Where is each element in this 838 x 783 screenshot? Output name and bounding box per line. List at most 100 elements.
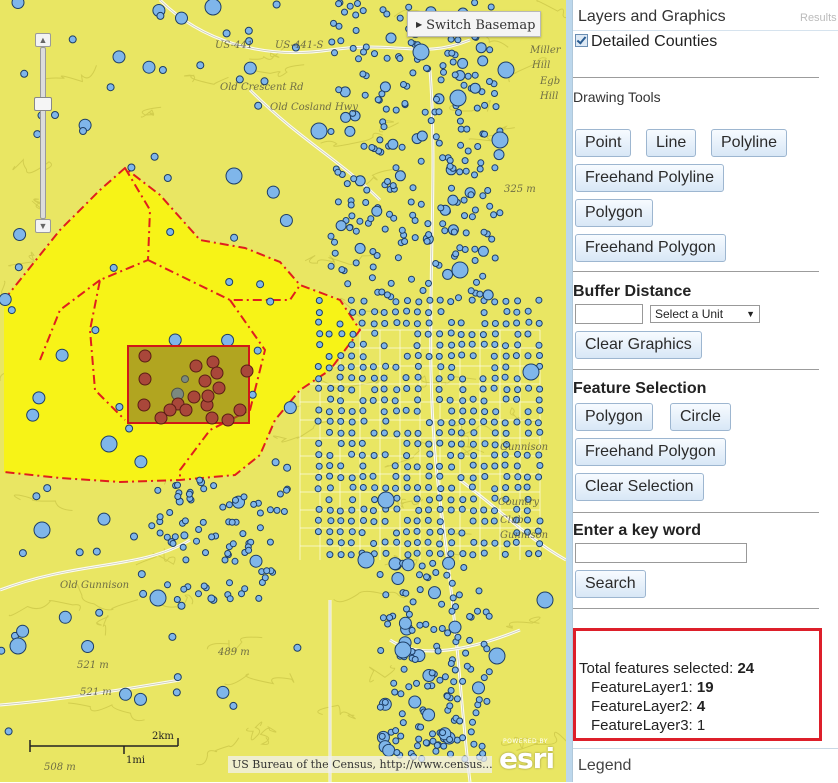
feature-point xyxy=(442,556,456,570)
feature-point xyxy=(376,703,384,711)
feature-point xyxy=(524,516,531,524)
feature-point xyxy=(513,395,521,403)
feature-point xyxy=(376,136,384,144)
feature-point xyxy=(106,83,115,92)
feature-point xyxy=(316,341,324,349)
feature-point xyxy=(244,26,253,35)
feature-point xyxy=(348,440,356,447)
feature-point xyxy=(472,681,485,695)
layer-toggle[interactable]: Detailed Counties xyxy=(575,32,717,54)
feature-point xyxy=(446,157,454,164)
feature-point xyxy=(493,149,505,161)
feature-point xyxy=(326,506,334,514)
feature-point xyxy=(477,55,489,67)
feature-point xyxy=(413,637,421,645)
feature-point xyxy=(457,474,465,482)
checkbox-checked-icon[interactable] xyxy=(575,34,588,47)
search-button[interactable]: Search xyxy=(575,570,646,598)
panel-title: Layers and Graphics xyxy=(578,8,726,25)
feature-point xyxy=(338,407,345,415)
feature-point xyxy=(503,473,511,480)
draw-polygon-button[interactable]: Polygon xyxy=(575,199,653,227)
feature-point xyxy=(403,528,410,536)
zoom-thumb[interactable] xyxy=(34,97,52,111)
select-polygon-button[interactable]: Polygon xyxy=(575,403,653,431)
feature-point xyxy=(371,308,379,316)
feature-point xyxy=(436,341,444,349)
select-circle-button[interactable]: Circle xyxy=(670,403,731,431)
map-canvas[interactable]: US-441 US-441-S Miller Hill Egb Hill Old Cosla… xyxy=(0,0,566,782)
feature-point xyxy=(202,549,209,557)
feature-point xyxy=(426,450,434,458)
feature-point xyxy=(491,429,499,437)
feature-point xyxy=(119,687,132,701)
feature-point xyxy=(479,375,487,383)
select-freehand-polygon-button[interactable]: Freehand Polygon xyxy=(575,438,726,466)
feature-point xyxy=(454,633,462,641)
results-tab[interactable]: Results xyxy=(800,8,838,28)
keyword-input[interactable] xyxy=(575,543,747,563)
feature-point xyxy=(349,330,357,338)
feature-point xyxy=(230,233,239,242)
buffer-distance-input[interactable] xyxy=(575,304,643,324)
clear-graphics-button[interactable]: Clear Graphics xyxy=(575,331,702,359)
feature-point xyxy=(437,308,445,316)
feature-point xyxy=(336,528,344,536)
feature-point xyxy=(403,516,411,524)
draw-polyline-button[interactable]: Polyline xyxy=(711,129,788,157)
feature-point xyxy=(424,682,432,690)
zoom-track[interactable] xyxy=(40,47,46,219)
feature-point xyxy=(229,540,237,548)
feature-point xyxy=(359,407,367,415)
feature-point xyxy=(414,330,422,338)
total-selected-line: Total features selected: 24 xyxy=(579,660,754,677)
keyword-title: Enter a key word xyxy=(573,522,702,539)
feature-point xyxy=(414,429,422,437)
feature-point xyxy=(20,69,29,78)
feature-point xyxy=(148,522,156,530)
feature-point xyxy=(522,363,540,381)
zoom-in-icon[interactable]: ▲ xyxy=(35,33,51,47)
feature-point xyxy=(402,319,410,327)
feature-point xyxy=(384,178,391,185)
switch-basemap-button[interactable]: ▶ Switch Basemap xyxy=(407,11,541,37)
unit-select[interactable]: Select a Unit ▼ xyxy=(650,305,760,323)
feature-point xyxy=(394,641,412,659)
feature-point xyxy=(404,429,412,437)
feature-point xyxy=(436,396,443,403)
feature-point xyxy=(326,538,334,546)
feature-point xyxy=(125,424,134,433)
feature-point xyxy=(471,206,479,214)
feature-point xyxy=(491,330,499,338)
feature-point xyxy=(487,3,495,11)
map-view[interactable]: US-441 US-441-S Miller Hill Egb Hill Old Cosla… xyxy=(0,0,566,782)
feature-point xyxy=(180,531,189,540)
feature-point xyxy=(185,490,193,498)
feature-point xyxy=(447,528,455,536)
zoom-slider[interactable]: ▲ ▼ xyxy=(33,33,52,233)
feature-point xyxy=(501,373,509,381)
feature-point xyxy=(405,610,413,618)
selected-feature xyxy=(138,372,152,386)
clear-selection-button[interactable]: Clear Selection xyxy=(575,473,704,501)
zoom-out-icon[interactable]: ▼ xyxy=(35,219,51,233)
feature-point xyxy=(224,550,232,557)
feature-point xyxy=(349,44,357,52)
feature-point xyxy=(483,697,491,705)
draw-freehand-polygon-button[interactable]: Freehand Polygon xyxy=(575,234,726,262)
feature-point xyxy=(371,484,379,492)
feature-point xyxy=(422,620,430,628)
feature-point xyxy=(424,538,432,546)
legend-pane-header[interactable]: Legend xyxy=(573,748,838,782)
draw-point-button[interactable]: Point xyxy=(575,129,632,157)
draw-line-button[interactable]: Line xyxy=(646,129,697,157)
feature-point xyxy=(238,590,245,598)
county-polygon[interactable] xyxy=(4,168,360,482)
feature-point xyxy=(417,200,425,208)
panel-header[interactable]: Layers and Graphics Results xyxy=(573,0,838,31)
feature-point xyxy=(348,352,356,360)
feature-point xyxy=(315,318,323,326)
feature-point xyxy=(337,364,345,372)
draw-freehand-polyline-button[interactable]: Freehand Polyline xyxy=(575,164,724,192)
feature-point xyxy=(347,201,355,209)
